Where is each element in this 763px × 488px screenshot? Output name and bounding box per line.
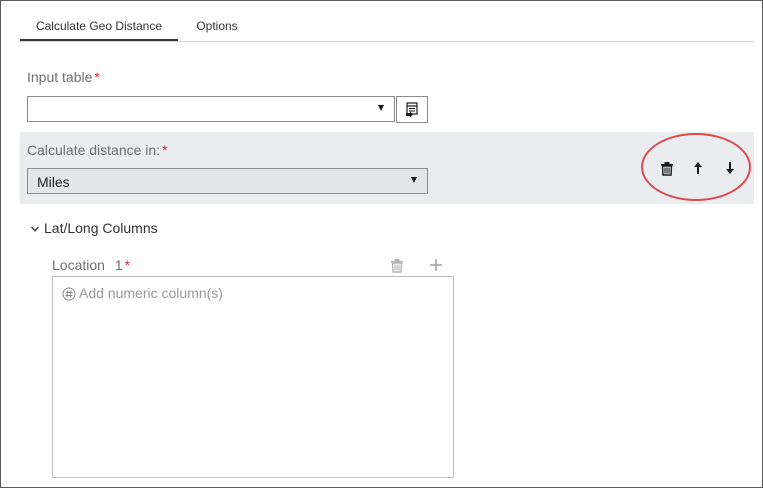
browse-table-button[interactable] [396, 96, 428, 123]
delete-location-button[interactable] [387, 254, 407, 276]
chevron-down-icon [378, 105, 384, 111]
delete-row-button[interactable] [657, 157, 677, 179]
required-mark: * [162, 142, 168, 158]
trash-icon [391, 259, 403, 273]
add-numeric-column-button[interactable]: Add numeric column(s) [62, 285, 223, 301]
chevron-down-icon [31, 226, 39, 233]
location-label: Location 1 * [52, 257, 130, 273]
move-up-button[interactable] [688, 157, 708, 179]
location-index: 1 [114, 257, 123, 273]
distance-unit-label-text: Calculate distance in: [27, 142, 161, 158]
calculate-geo-distance-panel: Calculate Geo Distance Options Input tab… [0, 0, 763, 488]
arrow-up-icon [694, 162, 702, 174]
trash-icon [661, 162, 673, 176]
distance-unit-label: Calculate distance in: * [27, 142, 168, 158]
add-location-button[interactable] [426, 254, 446, 276]
location-label-text: Location [52, 257, 105, 273]
input-table-label: Input table * [27, 69, 100, 85]
required-mark: * [94, 69, 100, 85]
location-column-list[interactable]: Add numeric column(s) [52, 276, 454, 478]
move-down-button[interactable] [720, 157, 740, 179]
tab-bar: Calculate Geo Distance Options [20, 12, 754, 42]
plus-icon [430, 259, 442, 271]
distance-unit-value: Miles [37, 174, 70, 190]
chevron-down-icon [411, 177, 417, 183]
tab-options[interactable]: Options [186, 12, 248, 40]
numeric-column-icon [62, 287, 76, 301]
input-table-select[interactable] [27, 96, 395, 122]
input-table-label-text: Input table [27, 69, 93, 85]
lat-long-section-toggle[interactable]: Lat/Long Columns [30, 220, 158, 238]
add-numeric-column-text: Add numeric column(s) [79, 285, 223, 301]
arrow-down-icon [726, 162, 734, 174]
required-mark: * [124, 257, 131, 273]
table-browse-icon [406, 102, 418, 118]
distance-unit-row: Calculate distance in: * Miles [20, 132, 754, 204]
lat-long-section-title: Lat/Long Columns [44, 220, 158, 236]
tab-calculate-geo-distance[interactable]: Calculate Geo Distance [20, 12, 178, 41]
distance-unit-select[interactable]: Miles [27, 168, 428, 194]
